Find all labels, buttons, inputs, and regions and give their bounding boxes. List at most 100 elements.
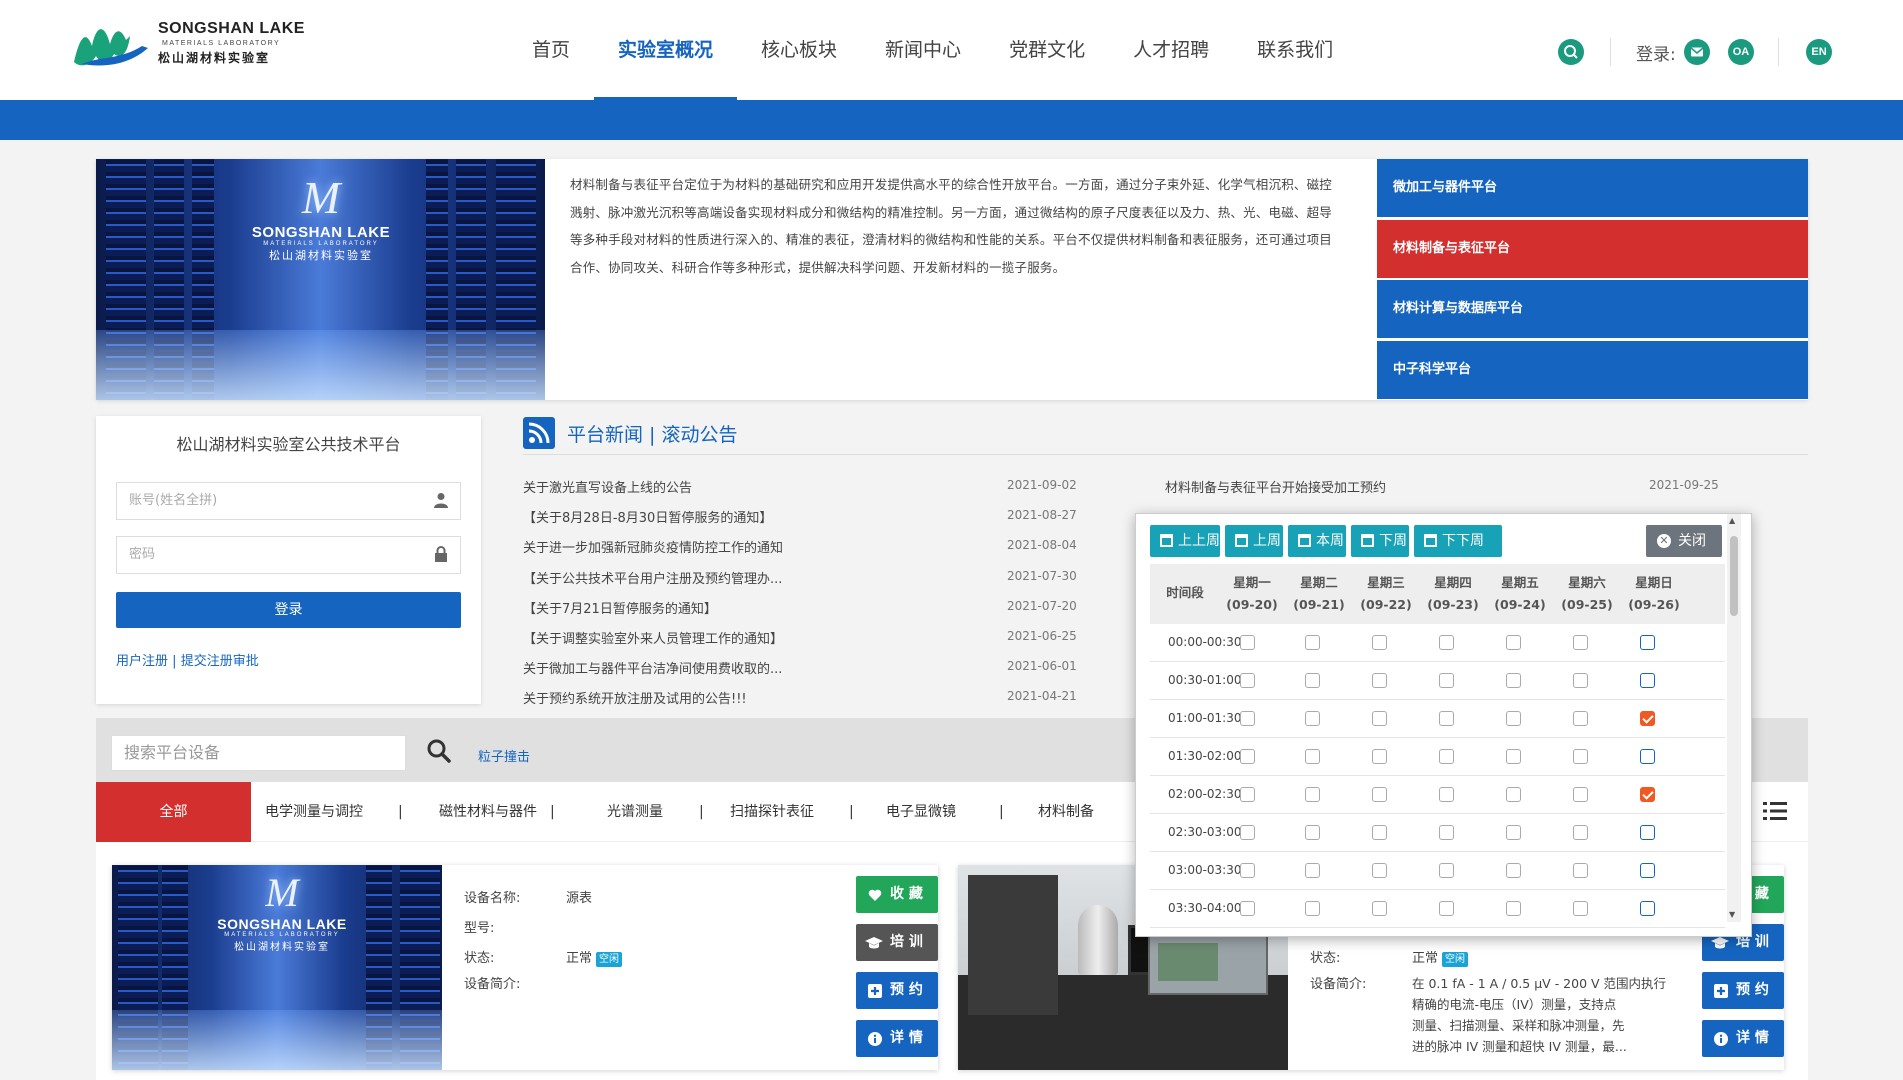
account-input[interactable]: 账号(姓名全拼) <box>116 482 461 520</box>
sunday-slot-checkbox[interactable] <box>1640 863 1655 878</box>
slot-checkbox[interactable] <box>1573 749 1588 764</box>
slot-checkbox[interactable] <box>1439 787 1454 802</box>
slot-checkbox[interactable] <box>1305 673 1320 688</box>
slot-checkbox[interactable] <box>1305 787 1320 802</box>
news-item-right[interactable]: 材料制备与表征平台开始接受加工预约 <box>1165 477 1386 496</box>
slot-checkbox[interactable] <box>1439 901 1454 916</box>
mail-icon[interactable] <box>1684 39 1710 65</box>
scroll-down-icon[interactable]: ▼ <box>1729 910 1735 919</box>
slot-checkbox[interactable] <box>1506 673 1521 688</box>
sunday-slot-checkbox[interactable] <box>1640 901 1655 916</box>
slot-checkbox[interactable] <box>1573 787 1588 802</box>
category-tab[interactable]: 光谱测量 <box>565 782 705 842</box>
slot-checkbox[interactable] <box>1439 635 1454 650</box>
slot-checkbox[interactable] <box>1240 901 1255 916</box>
book-button[interactable]: 预 约 <box>1702 972 1784 1009</box>
search-icon[interactable] <box>426 738 452 764</box>
search-suggestion-link[interactable]: 粒子撞击 <box>478 746 530 765</box>
category-tab[interactable]: 磁性材料与器件 <box>413 782 563 842</box>
detail-button[interactable]: 详 情 <box>1702 1020 1784 1057</box>
equipment-image[interactable]: M SONGSHAN LAKE MATERIALS LABORATORY 松山湖… <box>112 865 442 1070</box>
scroll-up-icon[interactable]: ▲ <box>1729 516 1735 525</box>
close-button[interactable]: ✕ 关闭 <box>1646 525 1722 557</box>
slot-checkbox[interactable] <box>1305 711 1320 726</box>
slot-checkbox[interactable] <box>1372 711 1387 726</box>
slot-checkbox[interactable] <box>1573 825 1588 840</box>
nav-item[interactable]: 人才招聘 <box>1109 0 1233 100</box>
slot-checkbox[interactable] <box>1305 749 1320 764</box>
slot-checkbox[interactable] <box>1439 749 1454 764</box>
search-icon[interactable] <box>1558 39 1584 65</box>
category-tab[interactable]: 扫描探针表征 <box>702 782 842 842</box>
equipment-search-input[interactable]: 搜索平台设备 <box>111 735 406 771</box>
slot-checkbox[interactable] <box>1573 711 1588 726</box>
nav-item[interactable]: 新闻中心 <box>861 0 985 100</box>
category-tab[interactable]: 电子显微镜 <box>861 782 981 842</box>
slot-checkbox[interactable] <box>1573 635 1588 650</box>
week-button[interactable]: 本周 <box>1288 525 1346 557</box>
slot-checkbox[interactable] <box>1506 825 1521 840</box>
slot-checkbox[interactable] <box>1439 711 1454 726</box>
slot-checkbox[interactable] <box>1305 863 1320 878</box>
sunday-slot-checkbox[interactable] <box>1640 673 1655 688</box>
news-item[interactable]: 关于预约系统开放注册及试用的公告!!! <box>523 688 747 707</box>
sunday-slot-checkbox[interactable] <box>1640 787 1655 802</box>
slot-checkbox[interactable] <box>1506 749 1521 764</box>
slot-checkbox[interactable] <box>1506 635 1521 650</box>
detail-button[interactable]: 详 情 <box>856 1020 938 1057</box>
slot-checkbox[interactable] <box>1372 825 1387 840</box>
news-item[interactable]: 【关于7月21日暂停服务的通知】 <box>523 598 717 617</box>
site-logo[interactable]: SONGSHAN LAKE MATERIALS LABORATORY 松山湖材料… <box>70 16 305 70</box>
news-item[interactable]: 【关于8月28日-8月30日暂停服务的通知】 <box>523 507 772 526</box>
slot-checkbox[interactable] <box>1506 863 1521 878</box>
slot-checkbox[interactable] <box>1372 901 1387 916</box>
list-view-icon[interactable] <box>1763 801 1787 821</box>
slot-checkbox[interactable] <box>1506 711 1521 726</box>
collect-button[interactable]: 收 藏 <box>856 876 938 913</box>
slot-checkbox[interactable] <box>1573 673 1588 688</box>
platform-link[interactable]: 材料计算与数据库平台 <box>1377 280 1808 339</box>
approval-link[interactable]: 提交注册审批 <box>181 654 259 669</box>
slot-checkbox[interactable] <box>1506 787 1521 802</box>
slot-checkbox[interactable] <box>1372 787 1387 802</box>
sunday-slot-checkbox[interactable] <box>1640 749 1655 764</box>
news-item[interactable]: 【关于公共技术平台用户注册及预约管理办... <box>523 568 782 587</box>
news-item[interactable]: 关于进一步加强新冠肺炎疫情防控工作的通知 <box>523 537 783 556</box>
nav-item[interactable]: 党群文化 <box>985 0 1109 100</box>
scroll-thumb[interactable] <box>1730 536 1738 616</box>
popup-scrollbar[interactable]: ▲ ▼ <box>1727 514 1741 922</box>
category-tab[interactable]: 材料制备 <box>1011 782 1121 842</box>
news-item[interactable]: 关于激光直写设备上线的公告 <box>523 477 692 496</box>
book-button[interactable]: 预 约 <box>856 972 938 1009</box>
password-input[interactable]: 密码 <box>116 536 461 574</box>
nav-item[interactable]: 首页 <box>508 0 594 100</box>
news-item[interactable]: 【关于调整实验室外来人员管理工作的通知】 <box>523 628 783 647</box>
sunday-slot-checkbox[interactable] <box>1640 635 1655 650</box>
slot-checkbox[interactable] <box>1240 787 1255 802</box>
oa-button[interactable]: OA <box>1728 39 1754 65</box>
week-button[interactable]: 下下周 <box>1414 525 1502 557</box>
nav-item[interactable]: 核心板块 <box>737 0 861 100</box>
slot-checkbox[interactable] <box>1573 863 1588 878</box>
language-button[interactable]: EN <box>1806 39 1832 65</box>
slot-checkbox[interactable] <box>1372 749 1387 764</box>
slot-checkbox[interactable] <box>1439 863 1454 878</box>
slot-checkbox[interactable] <box>1439 825 1454 840</box>
slot-checkbox[interactable] <box>1240 749 1255 764</box>
slot-checkbox[interactable] <box>1240 635 1255 650</box>
slot-checkbox[interactable] <box>1305 635 1320 650</box>
news-item[interactable]: 关于微加工与器件平台洁净间使用费收取的... <box>523 658 782 677</box>
slot-checkbox[interactable] <box>1240 673 1255 688</box>
slot-checkbox[interactable] <box>1305 901 1320 916</box>
category-tab[interactable]: 电学测量与调控 <box>239 782 389 842</box>
slot-checkbox[interactable] <box>1240 863 1255 878</box>
slot-checkbox[interactable] <box>1372 635 1387 650</box>
slot-checkbox[interactable] <box>1305 825 1320 840</box>
week-button[interactable]: 上上周 <box>1150 525 1220 557</box>
login-button[interactable]: 登录 <box>116 592 461 628</box>
slot-checkbox[interactable] <box>1573 901 1588 916</box>
platform-link[interactable]: 微加工与器件平台 <box>1377 159 1808 217</box>
slot-checkbox[interactable] <box>1240 825 1255 840</box>
week-button[interactable]: 下周 <box>1351 525 1409 557</box>
register-link[interactable]: 用户注册 <box>116 654 168 669</box>
